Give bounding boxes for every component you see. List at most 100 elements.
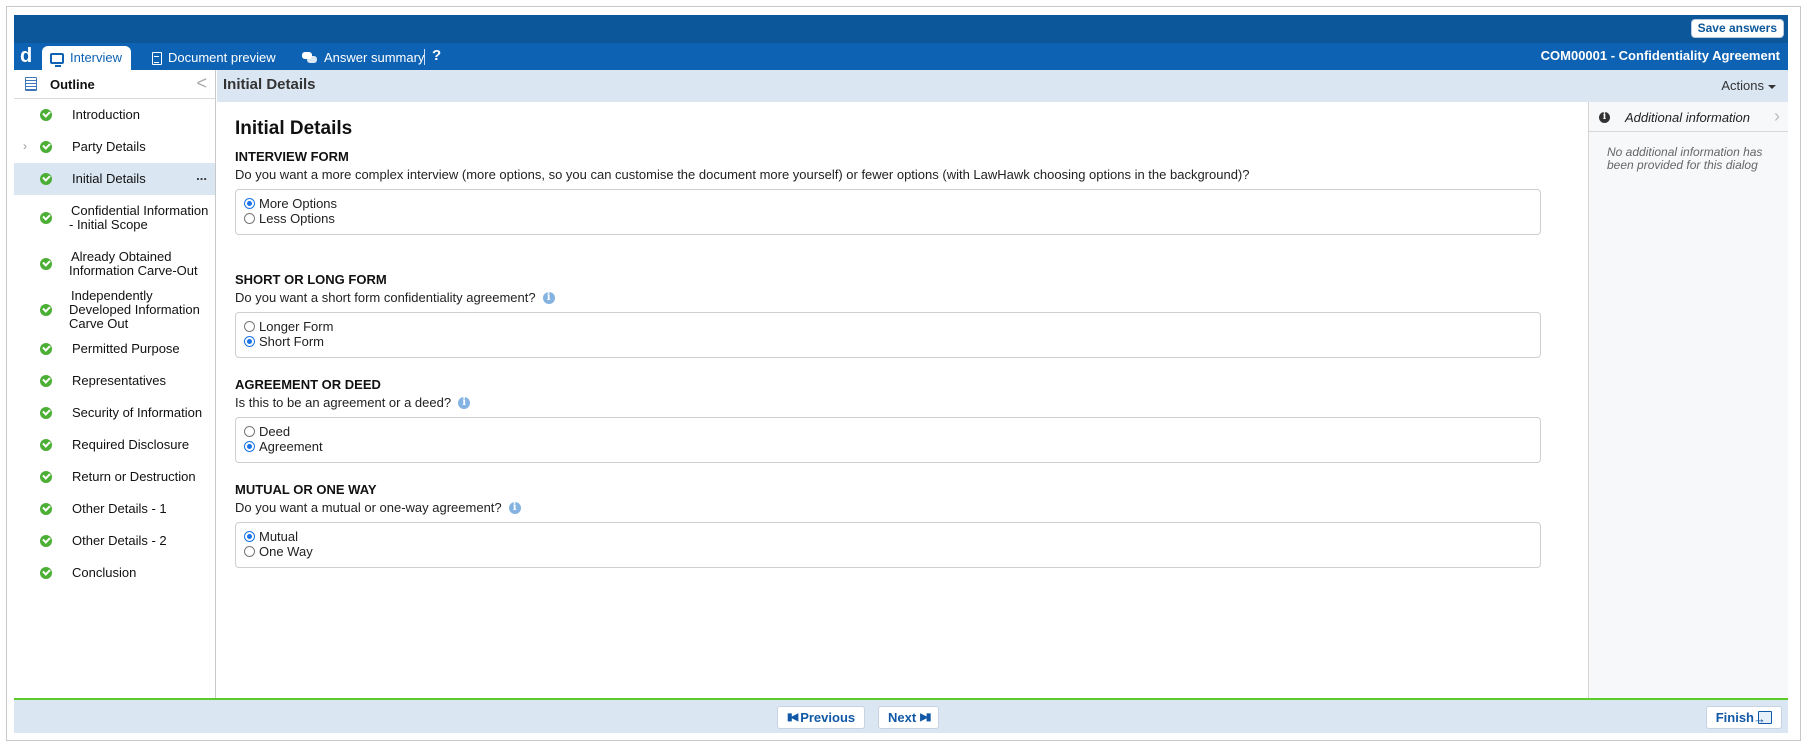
check-complete-icon: [40, 304, 52, 316]
sidebar-item-initial-details[interactable]: Initial Details ...: [14, 163, 215, 195]
page-title: Initial Details: [235, 118, 353, 139]
radio-group: Deed Agreement: [235, 417, 1541, 463]
top-bar: Save answers: [14, 15, 1788, 43]
sidebar-item-label: Permitted Purpose: [72, 341, 180, 356]
radio-label: Longer Form: [259, 319, 334, 334]
info-icon: i: [1599, 112, 1610, 123]
check-complete-icon: [40, 567, 52, 579]
tab-answer-summary[interactable]: Answer summary: [294, 46, 432, 70]
monitor-icon: [50, 52, 64, 67]
sidebar-item-representatives[interactable]: Representatives: [14, 365, 215, 397]
info-icon[interactable]: i: [542, 291, 555, 304]
question-title: MUTUAL OR ONE WAY: [235, 482, 377, 497]
radio-unselected[interactable]: [244, 546, 255, 557]
question-interview-form: INTERVIEW FORM Do you want a more comple…: [235, 149, 1541, 235]
radio-option-longer-form[interactable]: Longer Form: [244, 319, 1532, 334]
tab-interview[interactable]: Interview: [42, 46, 131, 70]
app: Save answers d Interview Document previe…: [14, 15, 1788, 733]
sidebar-item-other-details-1[interactable]: Other Details - 1: [14, 493, 215, 525]
radio-group: More Options Less Options: [235, 189, 1541, 235]
collapse-sidebar-chevron-icon[interactable]: <: [196, 73, 207, 94]
sidebar-item-other-details-2[interactable]: Other Details - 2: [14, 525, 215, 557]
radio-selected[interactable]: [244, 336, 255, 347]
check-complete-icon: [40, 141, 52, 153]
sidebar-item-required-disclosure[interactable]: Required Disclosure: [14, 429, 215, 461]
sidebar-item-conclusion[interactable]: Conclusion: [14, 557, 215, 589]
save-answers-button[interactable]: Save answers: [1690, 19, 1784, 38]
sidebar-item-already-obtained[interactable]: Already Obtained Information Carve-Out: [14, 241, 215, 287]
sidebar-item-confidential-information[interactable]: Confidential Information - Initial Scope: [14, 195, 215, 241]
question-agreement-or-deed: AGREEMENT OR DEED Is this to be an agree…: [235, 377, 1541, 463]
nav-bar: d Interview Document preview Answer summ…: [14, 43, 1788, 70]
sidebar-item-return-or-destruction[interactable]: Return or Destruction: [14, 461, 215, 493]
sidebar-item-label: Initial Details: [72, 171, 146, 186]
tab-document-preview-label: Document preview: [168, 50, 276, 65]
additional-information-panel: i Additional information › No additional…: [1588, 102, 1788, 698]
help-button[interactable]: ?: [432, 47, 441, 64]
question-text: Do you want a mutual or one-way agreemen…: [235, 500, 1541, 515]
sidebar-item-label: Independently Developed Information Carv…: [69, 288, 200, 331]
more-options-icon[interactable]: ...: [196, 169, 207, 183]
chevron-right-icon[interactable]: ›: [1774, 106, 1780, 127]
actions-dropdown[interactable]: Actions: [1721, 78, 1776, 93]
radio-selected[interactable]: [244, 198, 255, 209]
sidebar-item-introduction[interactable]: Introduction: [14, 99, 215, 131]
radio-group: Longer Form Short Form: [235, 312, 1541, 358]
check-complete-icon: [40, 343, 52, 355]
radio-selected[interactable]: [244, 531, 255, 542]
previous-button[interactable]: ▮◀ Previous: [777, 706, 866, 729]
radio-group: Mutual One Way: [235, 522, 1541, 568]
outline-sidebar: Outline < Introduction › Party Details I…: [14, 70, 216, 698]
radio-label: Mutual: [259, 529, 299, 544]
sidebar-item-label: Required Disclosure: [72, 437, 190, 452]
radio-selected[interactable]: [244, 441, 255, 452]
skip-back-icon: ▮◀: [787, 712, 798, 723]
sidebar-item-permitted-purpose[interactable]: Permitted Purpose: [14, 333, 215, 365]
sidebar-item-independently-developed[interactable]: Independently Developed Information Carv…: [14, 287, 215, 333]
radio-option-less-options[interactable]: Less Options: [244, 211, 1532, 226]
question-title: INTERVIEW FORM: [235, 149, 349, 164]
radio-option-agreement[interactable]: Agreement: [244, 439, 1532, 454]
sidebar-item-label: Other Details - 2: [72, 533, 167, 548]
question-mutual-or-one-way: MUTUAL OR ONE WAY Do you want a mutual o…: [235, 482, 1541, 568]
radio-option-mutual[interactable]: Mutual: [244, 529, 1532, 544]
check-complete-icon: [40, 503, 52, 515]
additional-information-header[interactable]: i Additional information ›: [1589, 102, 1788, 132]
question-text: Is this to be an agreement or a deed? i: [235, 395, 1541, 410]
skip-forward-icon: ▶▮: [920, 712, 931, 723]
radio-label: More Options: [259, 196, 338, 211]
nav-divider: [424, 49, 425, 65]
check-complete-icon: [40, 535, 52, 547]
question-prompt: Do you want a mutual or one-way agreemen…: [235, 500, 502, 515]
check-complete-icon: [40, 471, 52, 483]
radio-option-more-options[interactable]: More Options: [244, 196, 1532, 211]
check-complete-icon: [40, 258, 52, 270]
sidebar-item-party-details[interactable]: › Party Details: [14, 131, 215, 163]
expand-chevron-icon[interactable]: ›: [23, 139, 27, 153]
radio-unselected[interactable]: [244, 426, 255, 437]
radio-label: Agreement: [259, 439, 323, 454]
question-prompt: Is this to be an agreement or a deed?: [235, 395, 452, 410]
radio-unselected[interactable]: [244, 321, 255, 332]
radio-option-deed[interactable]: Deed: [244, 424, 1532, 439]
radio-unselected[interactable]: [244, 213, 255, 224]
additional-information-body: No additional information has been provi…: [1607, 145, 1763, 172]
question-prompt: Do you want a more complex interview (mo…: [235, 167, 1250, 182]
next-button[interactable]: Next ▶▮: [878, 706, 940, 729]
info-icon[interactable]: i: [458, 396, 471, 409]
sidebar-item-label: Security of Information: [72, 405, 203, 420]
question-text: Do you want a short form confidentiality…: [235, 290, 1541, 305]
info-icon[interactable]: i: [508, 501, 521, 514]
check-complete-icon: [40, 212, 52, 224]
radio-option-one-way[interactable]: One Way: [244, 544, 1532, 559]
finish-button[interactable]: Finish: [1705, 706, 1782, 729]
chat-icon: [302, 52, 318, 64]
radio-option-short-form[interactable]: Short Form: [244, 334, 1532, 349]
finish-label: Finish: [1715, 710, 1754, 725]
tab-document-preview[interactable]: Document preview: [144, 46, 284, 70]
sidebar-item-security-of-information[interactable]: Security of Information: [14, 397, 215, 429]
question-title: AGREEMENT OR DEED: [235, 377, 381, 392]
additional-information-title: Additional information: [1625, 110, 1751, 125]
radio-label: One Way: [259, 544, 313, 559]
previous-label: Previous: [800, 710, 856, 725]
